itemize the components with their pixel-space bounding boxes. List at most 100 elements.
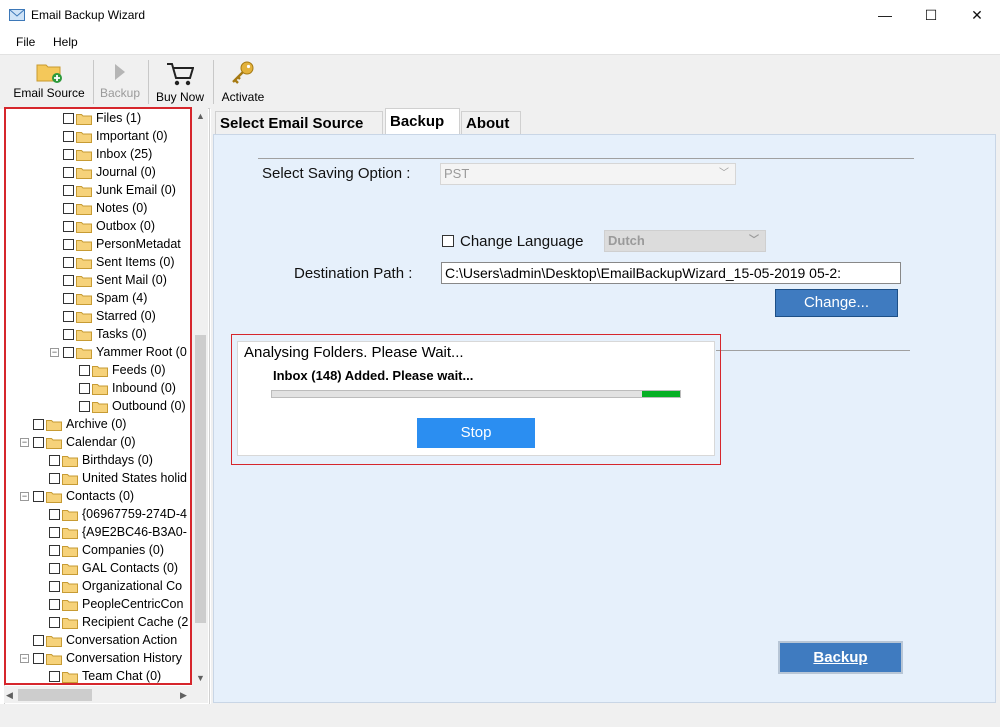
folder-icon [76, 203, 92, 215]
change-path-button[interactable]: Change... [775, 289, 898, 317]
tree-item-checkbox[interactable] [63, 347, 74, 359]
tree-item[interactable]: Files (1) [63, 109, 141, 127]
tree-item[interactable]: Spam (4) [63, 289, 147, 307]
tree-item[interactable]: Birthdays (0) [49, 451, 153, 469]
tree-item-checkbox[interactable] [63, 311, 74, 323]
collapse-toggle-icon[interactable]: − [20, 654, 29, 664]
tree-item-checkbox[interactable] [63, 185, 74, 197]
saving-option-select[interactable]: PST ﹀ [440, 163, 736, 185]
folder-icon [92, 401, 108, 413]
tree-horizontal-scroll-thumb[interactable] [18, 689, 92, 701]
tree-item-checkbox[interactable] [63, 149, 74, 161]
scroll-up-icon[interactable]: ▲ [196, 111, 205, 121]
tree-item-checkbox[interactable] [63, 239, 74, 251]
tree-item[interactable]: Tasks (0) [63, 325, 147, 343]
tree-item-checkbox[interactable] [33, 635, 44, 647]
menu-file[interactable]: File [16, 35, 35, 49]
stop-button[interactable]: Stop [417, 418, 535, 448]
tree-item[interactable]: Important (0) [63, 127, 168, 145]
tree-item-checkbox[interactable] [49, 509, 60, 521]
progress-bar-fill [642, 391, 680, 397]
tree-item[interactable]: United States holid [49, 469, 187, 487]
tree-item[interactable]: Recipient Cache (2 [49, 613, 188, 631]
tree-item-checkbox[interactable] [63, 167, 74, 179]
tree-item[interactable]: Outbox (0) [63, 217, 155, 235]
tree-item-checkbox[interactable] [49, 527, 60, 539]
tree-item[interactable]: Notes (0) [63, 199, 147, 217]
tree-item[interactable]: − Conversation History [20, 649, 182, 667]
tree-item[interactable]: Companies (0) [49, 541, 164, 559]
tree-item[interactable]: Starred (0) [63, 307, 156, 325]
destination-path-field[interactable]: C:\Users\admin\Desktop\EmailBackupWizard… [441, 262, 901, 284]
activate-button[interactable]: Activate [216, 58, 270, 106]
tree-item-checkbox[interactable] [79, 383, 90, 395]
tree-item[interactable]: Junk Email (0) [63, 181, 176, 199]
tree-item-checkbox[interactable] [63, 221, 74, 233]
tree-item-checkbox[interactable] [33, 419, 44, 431]
tree-item[interactable]: {06967759-274D-4 [49, 505, 187, 523]
tree-item-checkbox[interactable] [33, 653, 44, 665]
tree-item-checkbox[interactable] [49, 473, 60, 485]
tree-item[interactable]: {A9E2BC46-B3A0- [49, 523, 187, 541]
minimize-button[interactable]: — [862, 0, 908, 31]
tree-item[interactable]: Inbox (25) [63, 145, 152, 163]
collapse-toggle-icon[interactable]: − [20, 492, 29, 502]
tree-item-checkbox[interactable] [63, 275, 74, 287]
tree-item[interactable]: Sent Mail (0) [63, 271, 167, 289]
tree-item[interactable]: Journal (0) [63, 163, 156, 181]
folder-icon [46, 635, 62, 647]
maximize-button[interactable]: ☐ [908, 0, 954, 31]
tree-item[interactable]: Outbound (0) [79, 397, 186, 415]
tree-item-checkbox[interactable] [63, 131, 74, 143]
tree-item-checkbox[interactable] [63, 203, 74, 215]
collapse-toggle-icon[interactable]: − [50, 348, 59, 358]
tree-item[interactable]: Conversation Action [33, 631, 177, 649]
email-source-button[interactable]: Email Source [10, 58, 88, 106]
tree-item[interactable]: Archive (0) [33, 415, 126, 433]
tree-item-checkbox[interactable] [49, 581, 60, 593]
tree-item-checkbox[interactable] [33, 437, 44, 449]
change-language-checkbox[interactable] [442, 235, 454, 247]
tree-item-checkbox[interactable] [79, 401, 90, 413]
tree-item-checkbox[interactable] [49, 617, 60, 629]
tree-item-checkbox[interactable] [49, 455, 60, 467]
tree-item[interactable]: Feeds (0) [79, 361, 166, 379]
tree-item-checkbox[interactable] [63, 113, 74, 125]
tree-item-checkbox[interactable] [49, 671, 60, 683]
language-select[interactable]: Dutch ﹀ [604, 230, 766, 252]
menu-help[interactable]: Help [53, 35, 78, 49]
scroll-left-icon[interactable]: ◀ [6, 690, 13, 701]
tree-item-checkbox[interactable] [49, 545, 60, 557]
backup-toolbar-button[interactable]: Backup [96, 58, 144, 106]
tree-item[interactable]: − Contacts (0) [20, 487, 134, 505]
tree-item[interactable]: − Yammer Root (0 [50, 343, 187, 361]
collapse-toggle-icon[interactable]: − [20, 438, 29, 448]
tree-item-checkbox[interactable] [63, 293, 74, 305]
tree-item-label: PeopleCentricCon [82, 597, 184, 611]
tree-item-label: Tasks (0) [96, 327, 147, 341]
tab-backup[interactable]: Backup [385, 108, 460, 135]
tree-vertical-scroll-thumb[interactable] [195, 335, 206, 623]
scroll-down-icon[interactable]: ▼ [196, 673, 205, 683]
title-bar [0, 0, 1000, 31]
tree-item-checkbox[interactable] [49, 563, 60, 575]
scroll-right-icon[interactable]: ▶ [180, 690, 187, 701]
backup-button[interactable]: Backup [778, 641, 903, 674]
tree-item[interactable]: PersonMetadat [63, 235, 181, 253]
tree-item[interactable]: Sent Items (0) [63, 253, 175, 271]
tree-item[interactable]: PeopleCentricCon [49, 595, 183, 613]
tab-about[interactable]: About [461, 111, 521, 134]
close-button[interactable]: ✕ [954, 0, 1000, 31]
tree-item[interactable]: GAL Contacts (0) [49, 559, 178, 577]
tree-item[interactable]: − Calendar (0) [20, 433, 135, 451]
tree-item-checkbox[interactable] [33, 491, 44, 503]
buy-now-button[interactable]: Buy Now [152, 58, 208, 106]
tree-item-checkbox[interactable] [63, 257, 74, 269]
tree-item[interactable]: Team Chat (0) [49, 667, 161, 685]
tree-item[interactable]: Inbound (0) [79, 379, 176, 397]
tree-item-checkbox[interactable] [49, 599, 60, 611]
tree-item-checkbox[interactable] [79, 365, 90, 377]
tree-item-checkbox[interactable] [63, 329, 74, 341]
tree-item[interactable]: Organizational Co [49, 577, 182, 595]
tab-select-email-source[interactable]: Select Email Source [215, 111, 383, 134]
